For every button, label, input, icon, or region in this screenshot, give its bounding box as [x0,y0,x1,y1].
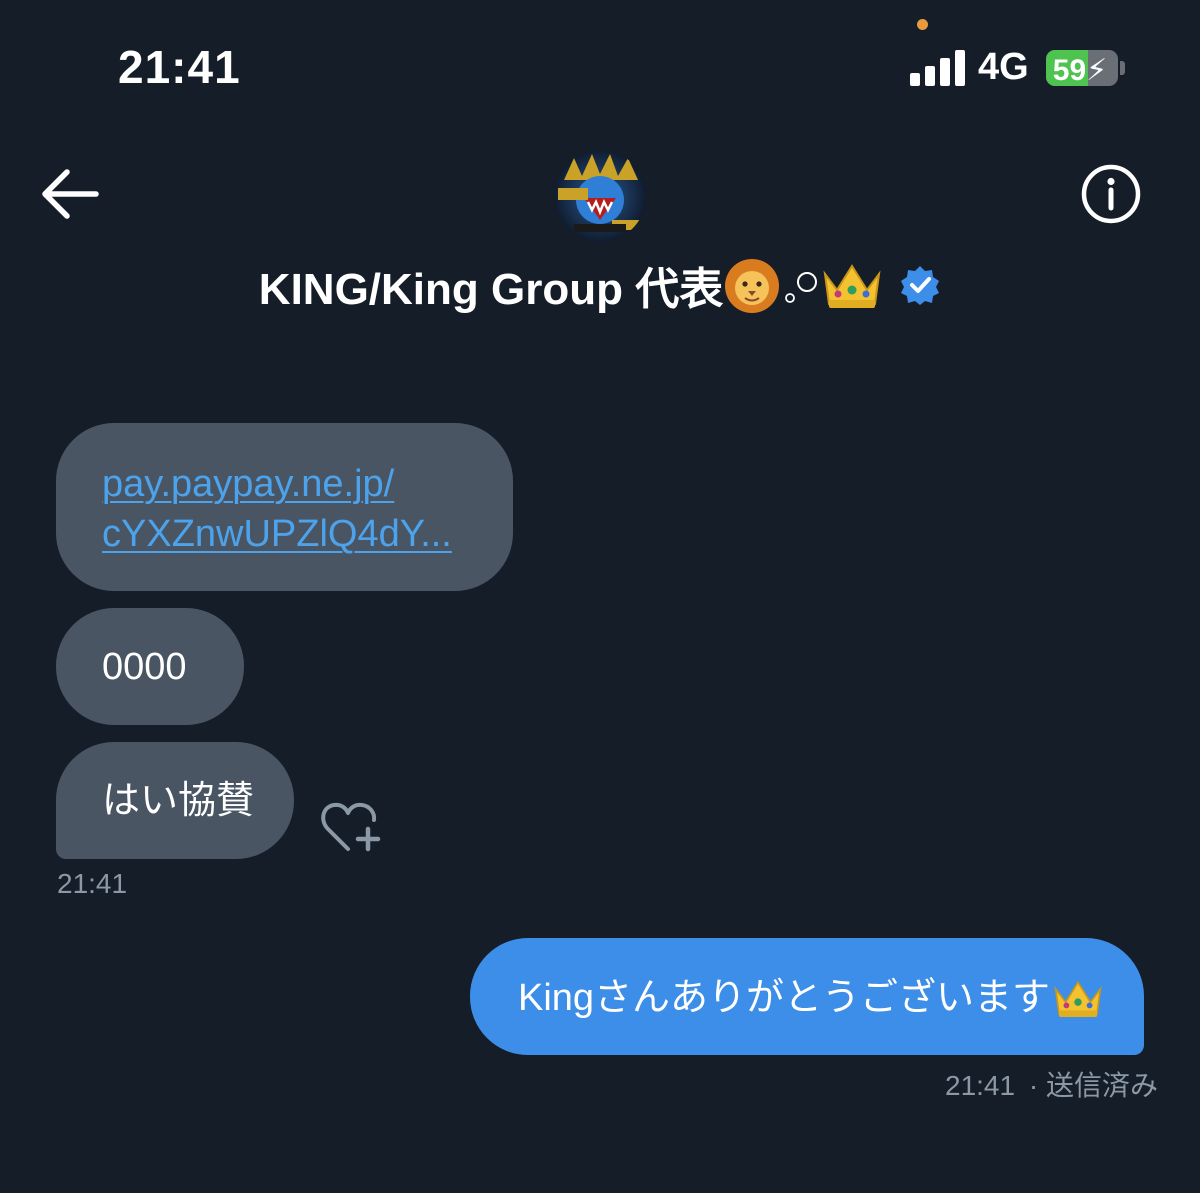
sent-message[interactable]: Kingさんありがとうございます [470,938,1144,1055]
sent-status: · 送信済み [1028,1070,1158,1101]
charging-bolt-icon: ⚡ [1086,54,1108,86]
received-message-code[interactable]: 0000 [56,608,244,725]
verified-badge-icon [901,266,940,305]
dm-conversation-screen: 21:41 4G 59⚡ KING/King Group 代表 pay.payp… [0,0,1200,1193]
signal-strength-icon [910,50,966,86]
add-reaction-heart-icon [321,802,381,852]
battery-cap [1120,61,1125,75]
sent-timestamp: 21:41 [945,1070,1016,1101]
network-type: 4G [978,46,1029,88]
add-reaction-button[interactable] [318,797,384,857]
conversation-info-button[interactable] [1080,163,1142,225]
battery-percentage: 59 [1052,54,1087,86]
contact-name: KING/King Group 代表 [258,265,724,314]
lion-emoji [725,259,780,313]
info-icon [1081,164,1141,224]
received-message-link[interactable]: pay.paypay.ne.jp/ cYXZnwUPZlQ4dY... [56,423,513,591]
received-timestamp: 21:41 [57,868,128,899]
battery-icon: 59⚡ [1046,50,1118,86]
bubbles-emoji [785,272,818,303]
back-button[interactable] [38,165,100,223]
message-text: はい協賛 [102,780,255,822]
back-arrow-icon [42,169,99,219]
paypay-link-line2[interactable]: cYXZnwUPZlQ4dY... [102,509,452,559]
avatar-image [554,150,646,242]
crown-emoji [1054,980,1102,1018]
received-message-sponsor[interactable]: はい協賛 [56,742,294,859]
contact-title[interactable]: KING/King Group 代表 [0,255,1200,315]
message-text: 0000 [102,646,187,688]
message-text: Kingさんありがとうございます [518,977,1051,1019]
contact-avatar[interactable] [554,150,646,242]
crown-emoji [823,264,881,308]
status-time: 21:41 [118,41,241,93]
camera-in-use-indicator [917,19,928,30]
paypay-link-line1[interactable]: pay.paypay.ne.jp/ [102,459,452,509]
